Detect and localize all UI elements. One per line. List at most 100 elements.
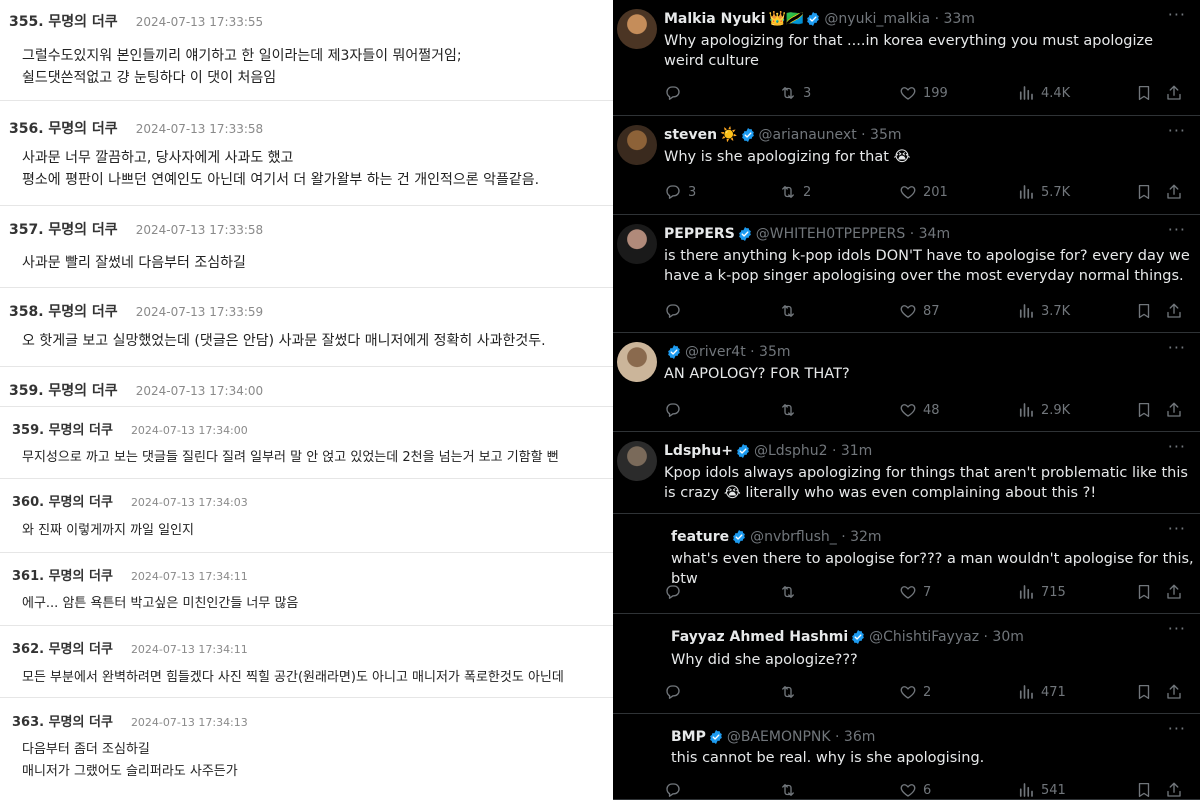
reply-button[interactable]	[664, 83, 688, 103]
more-options-icon[interactable]: ···	[1168, 340, 1186, 356]
reply-button[interactable]	[664, 582, 688, 602]
heart-icon	[899, 781, 917, 799]
bookmark-button[interactable]	[1135, 582, 1159, 602]
tweet-time[interactable]: · 32m	[841, 529, 881, 545]
tweet-time[interactable]: · 31m	[832, 443, 872, 459]
retweet-button[interactable]	[779, 301, 803, 321]
tweet-time[interactable]: · 36m	[835, 729, 875, 745]
retweet-button[interactable]	[779, 780, 803, 800]
user-avatar[interactable]	[623, 527, 663, 567]
tweet-item[interactable]: Fayyaz Ahmed Hashmi @ChishtiFayyaz · 30m …	[613, 614, 1200, 714]
views-button[interactable]: 471	[1017, 682, 1066, 702]
heart-icon	[899, 302, 917, 320]
like-button[interactable]: 6	[899, 780, 931, 799]
comment-author: 358. 무명의 더쿠	[9, 304, 118, 320]
reply-button[interactable]: 3	[664, 182, 696, 202]
reply-button[interactable]	[664, 301, 688, 321]
more-options-icon[interactable]: ···	[1168, 222, 1186, 238]
share-button[interactable]	[1165, 682, 1189, 702]
more-options-icon[interactable]: ···	[1168, 521, 1186, 537]
tweet-handle[interactable]: @ChishtiFayyaz	[869, 629, 979, 645]
tweet-handle[interactable]: @nvbrflush_	[750, 529, 837, 545]
retweet-button[interactable]	[779, 682, 803, 702]
tweet-handle[interactable]: @Ldsphu2	[754, 443, 828, 459]
tweet-display-name[interactable]: feature	[671, 529, 729, 545]
user-avatar[interactable]	[617, 441, 657, 481]
like-button[interactable]: 201	[899, 182, 948, 202]
comment-timestamp: 2024-07-13 17:33:58	[135, 122, 264, 136]
bookmark-button[interactable]	[1135, 182, 1159, 202]
tweet-display-name[interactable]: Ldsphu+	[664, 443, 733, 459]
views-button[interactable]: 4.4K	[1017, 83, 1070, 103]
tweet-time[interactable]: · 33m	[935, 11, 975, 27]
tweet-time[interactable]: · 30m	[984, 629, 1024, 645]
user-avatar[interactable]	[623, 727, 663, 767]
user-avatar[interactable]	[623, 627, 663, 667]
tweet-item[interactable]: Ldsphu+ @Ldsphu2 · 31m ··· Kpop idols alw…	[613, 432, 1200, 514]
tweet-display-name[interactable]: PEPPERS	[664, 226, 735, 242]
tweet-item[interactable]: PEPPERS @WHITEH0TPEPPERS · 34m ··· is the…	[613, 215, 1200, 333]
more-options-icon[interactable]: ···	[1168, 439, 1186, 455]
share-button[interactable]	[1165, 400, 1189, 420]
comment-timestamp: 2024-07-13 17:33:59	[135, 305, 264, 319]
more-options-icon[interactable]: ···	[1168, 621, 1186, 637]
bookmark-button[interactable]	[1135, 83, 1159, 103]
tweet-item[interactable]: @river4t · 35m ··· AN APOLOGY? FOR THAT?…	[613, 333, 1200, 432]
tweet-handle[interactable]: @arianaunext	[759, 127, 857, 143]
tweet-actions: 2 471	[664, 682, 1184, 702]
share-button[interactable]	[1165, 182, 1189, 202]
share-button[interactable]	[1165, 83, 1189, 103]
like-button[interactable]: 48	[899, 400, 940, 420]
reply-button[interactable]	[664, 780, 688, 800]
retweet-button[interactable]	[779, 400, 803, 420]
user-avatar[interactable]	[617, 224, 657, 264]
share-button[interactable]	[1165, 780, 1189, 800]
tweet-time[interactable]: · 34m	[910, 226, 950, 242]
tweet-display-name[interactable]: Malkia Nyuki	[664, 11, 766, 27]
like-button[interactable]: 87	[899, 301, 940, 321]
views-button[interactable]: 715	[1017, 582, 1066, 602]
tweet-item[interactable]: feature @nvbrflush_ · 32m ··· what's even…	[613, 514, 1200, 614]
retweet-button[interactable]: 3	[779, 83, 811, 103]
views-button[interactable]: 3.7K	[1017, 301, 1070, 321]
bookmark-button[interactable]	[1135, 780, 1159, 800]
tweet-time[interactable]: · 35m	[861, 127, 901, 143]
tweet-handle[interactable]: @nyuki_malkia	[824, 11, 930, 27]
views-button[interactable]: 5.7K	[1017, 182, 1070, 202]
bookmark-button[interactable]	[1135, 301, 1159, 321]
reply-button[interactable]	[664, 400, 688, 420]
tweet-time[interactable]: · 35m	[750, 344, 790, 360]
bookmark-button[interactable]	[1135, 682, 1159, 702]
bookmark-button[interactable]	[1135, 400, 1159, 420]
tweet-handle[interactable]: @BAEMONPNK	[727, 729, 831, 745]
retweet-count: 3	[803, 85, 812, 101]
tweet-item[interactable]: BMP @BAEMONPNK · 36m ··· this cannot be r…	[613, 714, 1200, 800]
tweet-header: Fayyaz Ahmed Hashmi @ChishtiFayyaz · 30m	[671, 627, 1024, 647]
more-options-icon[interactable]: ···	[1168, 123, 1186, 139]
tweet-display-name[interactable]: BMP	[671, 729, 706, 745]
share-button[interactable]	[1165, 582, 1189, 602]
share-icon	[1165, 683, 1183, 701]
retweet-button[interactable]	[779, 582, 803, 602]
like-button[interactable]: 199	[899, 83, 948, 103]
more-options-icon[interactable]: ···	[1168, 7, 1186, 23]
reply-button[interactable]	[664, 682, 688, 702]
like-button[interactable]: 7	[899, 582, 931, 602]
tweet-actions: 3 199 4.4K	[664, 83, 1184, 103]
tweet-handle[interactable]: @WHITEH0TPEPPERS	[756, 226, 906, 242]
user-avatar[interactable]	[617, 125, 657, 165]
user-avatar[interactable]	[617, 342, 657, 382]
views-button[interactable]: 2.9K	[1017, 400, 1070, 420]
views-button[interactable]: 541	[1017, 780, 1066, 799]
tweet-item[interactable]: steven ☀️ @arianaunext · 35m ··· Why is sh…	[613, 116, 1200, 215]
tweet-display-name[interactable]: steven	[664, 127, 717, 143]
more-options-icon[interactable]: ···	[1168, 721, 1186, 737]
user-avatar[interactable]	[617, 9, 657, 49]
share-button[interactable]	[1165, 301, 1189, 321]
verified-badge-icon	[708, 729, 724, 745]
tweet-item[interactable]: Malkia Nyuki 👑🇹🇿 @nyuki_malkia · 33m ··· W…	[613, 0, 1200, 116]
retweet-button[interactable]: 2	[779, 182, 811, 202]
like-button[interactable]: 2	[899, 682, 931, 702]
tweet-display-name[interactable]: Fayyaz Ahmed Hashmi	[671, 629, 848, 645]
tweet-handle[interactable]: @river4t	[685, 344, 746, 360]
